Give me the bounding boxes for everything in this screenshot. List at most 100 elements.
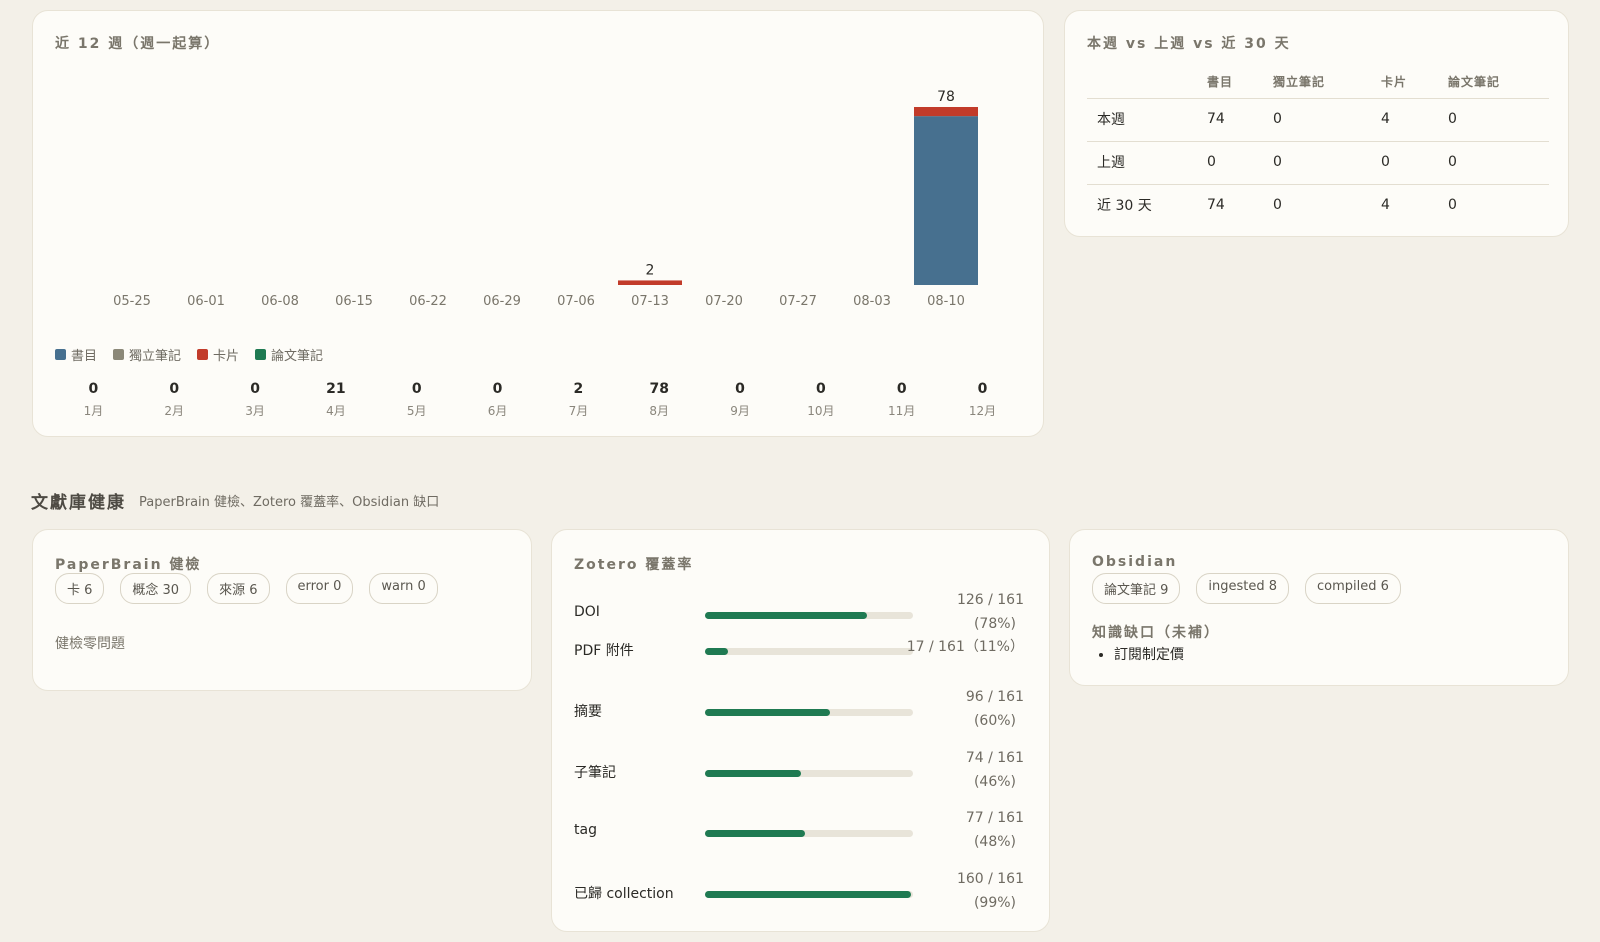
legend-item-bibliography: 書目	[55, 345, 97, 364]
paperbrain-title: PaperBrain 健檢	[55, 557, 202, 573]
paperbrain-chips: 卡 6 概念 30 來源 6 error 0 warn 0	[55, 573, 438, 604]
coverage-count: 96 / 161	[965, 689, 1024, 705]
coverage-bar-track	[705, 891, 913, 898]
health-status: 健檢零問題	[55, 636, 125, 652]
coverage-value: 74 / 161 (46%)	[918, 746, 1024, 794]
stat-chip: warn 0	[369, 573, 438, 604]
table-cell: 0	[1438, 141, 1549, 185]
list-item: 訂閱制定價	[1114, 644, 1184, 664]
coverage-count: 74 / 161	[965, 750, 1024, 766]
coverage-row: tag 77 / 161 (48%)	[574, 806, 1024, 854]
section-title: 文獻庫健康	[31, 493, 126, 513]
table-cell: 0	[1263, 98, 1371, 142]
coverage-value: 96 / 161 (60%)	[918, 685, 1024, 733]
obsidian-chips: 論文筆記 9 ingested 8 compiled 6	[1092, 573, 1401, 604]
x-tick-label: 06-15	[335, 294, 373, 309]
table-cell: 0	[1273, 197, 1282, 213]
coverage-count: 160 / 161	[956, 871, 1024, 887]
month-value: 0	[977, 381, 988, 397]
coverage-label: 子筆記	[574, 765, 616, 781]
coverage-value: 160 / 161 (99%)	[918, 867, 1024, 915]
table-cell: 本週	[1087, 98, 1197, 142]
month-value: 78	[649, 381, 669, 397]
coverage-bar-fill	[705, 830, 805, 837]
knowledge-gap-title: 知識缺口（未補）	[1092, 625, 1220, 641]
stat-chip: ingested 8	[1196, 573, 1290, 604]
month-total: 0 12月	[942, 381, 1023, 419]
legend-swatch	[197, 349, 209, 360]
coverage-percent: (99%)	[973, 895, 1016, 911]
section-subtitle: PaperBrain 健檢、Zotero 覆蓋率、Obsidian 缺口	[139, 495, 440, 510]
month-value: 0	[896, 381, 907, 397]
table-row: 近 30 天 74 0 4 0	[1087, 185, 1549, 228]
coverage-label: tag	[574, 822, 597, 838]
bar-segment	[618, 280, 682, 285]
coverage-label: 已歸 collection	[574, 886, 674, 902]
table-row: 本週 74 0 4 0	[1087, 98, 1549, 142]
x-tick-label: 07-20	[705, 294, 743, 309]
stat-chip: 來源 6	[207, 573, 270, 604]
monthly-totals: 0 1月 0 2月 0 3月 21 4月 0 5月 0 6月 2 7月 78 8月 0 9月 0 1…	[53, 381, 1023, 419]
coverage-bar-track	[705, 612, 913, 619]
table-cell: 0	[1438, 98, 1549, 142]
month-total: 21 4月	[295, 381, 376, 419]
coverage-row: 子筆記 74 / 161 (46%)	[574, 746, 1024, 794]
month-value: 2	[573, 381, 584, 397]
month-total: 0 2月	[134, 381, 215, 419]
obsidian-card: Obsidian 論文筆記 9 ingested 8 compiled 6 知識…	[1069, 529, 1569, 686]
x-tick-label: 06-29	[483, 294, 521, 309]
month-label: 11月	[888, 404, 916, 418]
coverage-count: 77 / 161	[965, 810, 1024, 826]
coverage-value: 77 / 161 (48%)	[918, 806, 1024, 854]
legend-label: 論文筆記	[271, 349, 324, 364]
x-tick-label: 07-06	[557, 294, 595, 309]
weekly-chart-card: 近 12 週（週一起算） 05-25 06-01 06-08 06-15 06-22 06…	[32, 10, 1044, 437]
legend-label: 書目	[71, 349, 98, 364]
x-tick-label: 06-08	[261, 294, 299, 309]
table-header: 書目	[1197, 63, 1263, 99]
table-cell: 0	[1197, 141, 1263, 185]
table-header: 獨立筆記	[1263, 63, 1371, 99]
zotero-coverage-card: Zotero 覆蓋率 DOI 126 / 161 (78%) PDF 附件 17 / 1…	[551, 529, 1050, 932]
coverage-bar-fill	[705, 709, 830, 716]
table-header	[1087, 63, 1197, 99]
coverage-count: 126 / 161	[956, 592, 1024, 608]
table-header-row: 書目 獨立筆記 卡片 論文筆記	[1087, 63, 1549, 99]
bar-segment	[914, 107, 978, 117]
month-total: 0 9月	[700, 381, 781, 419]
x-tick-label: 06-01	[187, 294, 225, 309]
coverage-label: 摘要	[574, 704, 602, 720]
stat-chip: 卡 6	[55, 573, 105, 604]
legend-item-cards: 卡片	[197, 345, 239, 364]
coverage-row: 已歸 collection 160 / 161 (99%)	[574, 867, 1024, 915]
stat-chip: compiled 6	[1305, 573, 1401, 604]
month-label: 7月	[568, 404, 589, 418]
month-label: 3月	[245, 404, 265, 418]
table-cell: 近 30 天	[1097, 198, 1152, 214]
table-cell: 0	[1263, 141, 1371, 185]
legend-label: 獨立筆記	[129, 349, 182, 364]
table-header: 卡片	[1371, 63, 1438, 99]
coverage-percent: (78%)	[973, 616, 1016, 632]
table-cell: 0	[1448, 197, 1457, 213]
coverage-bar-track	[705, 648, 913, 655]
coverage-percent: (46%)	[973, 774, 1016, 790]
obsidian-title: Obsidian	[1092, 554, 1178, 570]
table-cell: 0	[1371, 141, 1438, 185]
x-tick-label: 08-03	[853, 294, 891, 309]
month-total: 2 7月	[538, 381, 619, 419]
coverage-percent: (60%)	[973, 713, 1016, 729]
coverage-bar-fill	[705, 648, 728, 655]
legend-item-standalone-notes: 獨立筆記	[113, 345, 181, 364]
table-cell: 74	[1197, 98, 1263, 142]
stat-chip: 論文筆記 9	[1092, 573, 1181, 604]
month-value: 0	[815, 381, 826, 397]
month-label: 6月	[487, 404, 508, 418]
month-total: 78 8月	[619, 381, 700, 419]
legend-swatch	[113, 349, 125, 360]
legend-item-paper-notes: 論文筆記	[255, 345, 323, 364]
legend-swatch	[255, 349, 267, 360]
coverage-bar-fill	[705, 612, 868, 619]
coverage-row: 摘要 96 / 161 (60%)	[574, 685, 1024, 733]
coverage-percent: (48%)	[973, 834, 1016, 850]
